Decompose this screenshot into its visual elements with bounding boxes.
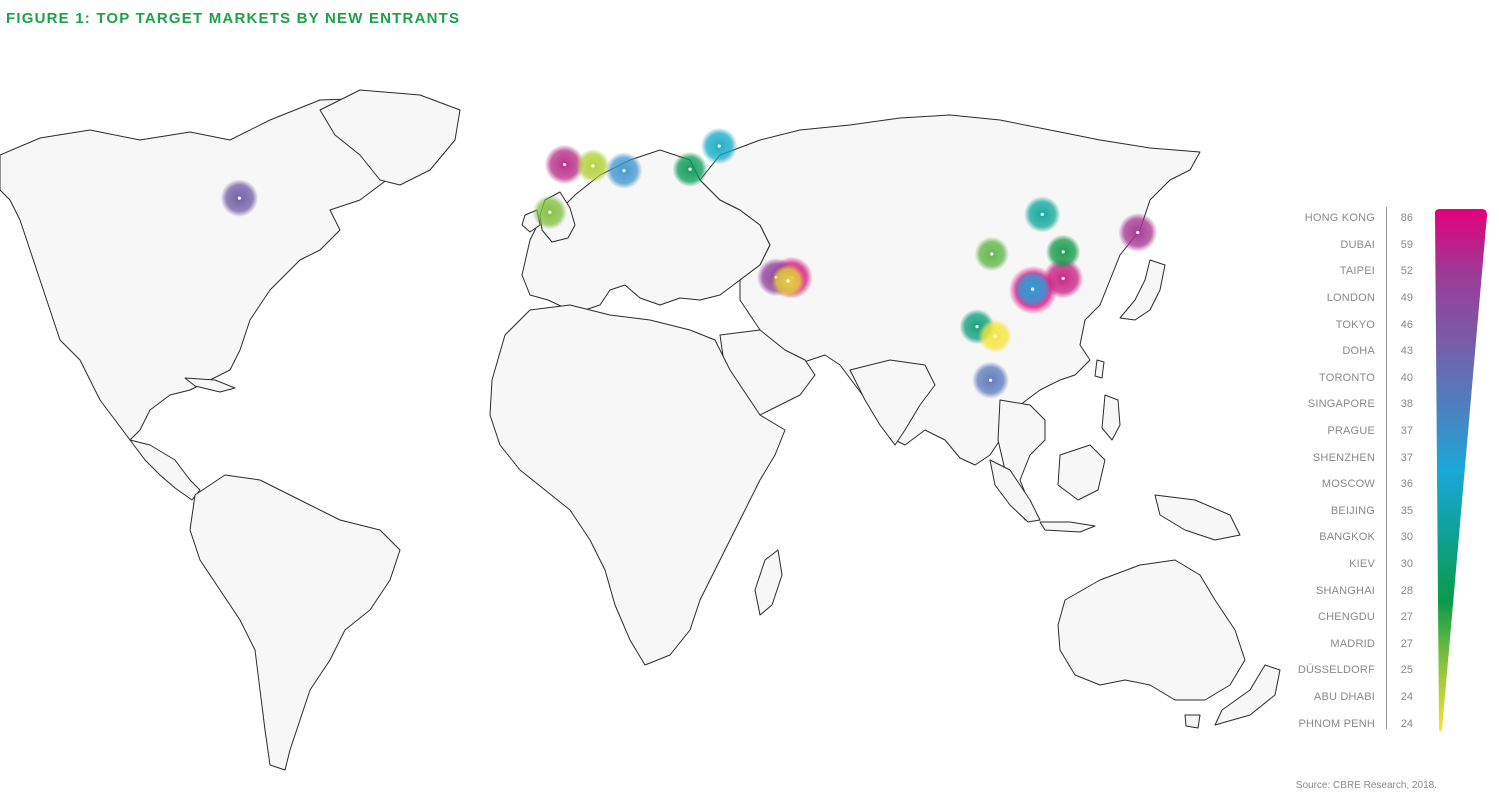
marker-dot-toronto: [237, 196, 242, 200]
legend-row: TOKYO 46: [1290, 311, 1420, 338]
legend-value: 37: [1400, 425, 1413, 438]
legend-value: 36: [1400, 478, 1413, 491]
land-south-america: [189, 474, 401, 771]
legend-city: BANGKOK: [1319, 531, 1375, 544]
land-taiwan: [1094, 359, 1105, 379]
legend-city: DOHA: [1342, 345, 1375, 358]
legend-row: DOHA 43: [1290, 338, 1420, 365]
marker-dot-singapore: [988, 378, 993, 382]
legend-row: PHNOM PENH 24: [1290, 710, 1420, 737]
legend-value: 35: [1400, 504, 1413, 517]
scale-wedge-shape: [1435, 209, 1487, 732]
legend-city: ABU DHABI: [1313, 691, 1375, 704]
marker-dot-madrid: [548, 210, 552, 214]
land-madagascar: [754, 549, 783, 616]
legend-city: SHENZHEN: [1312, 451, 1375, 464]
legend-row: DUBAI 59: [1290, 232, 1420, 259]
legend-city: BEIJING: [1330, 504, 1375, 517]
marker-dot-shanghai: [1061, 250, 1065, 254]
legend-value: 27: [1400, 611, 1413, 624]
land-borneo: [1057, 444, 1106, 501]
marker-dot-tokyo: [1136, 230, 1140, 235]
legend-row: KIEV 30: [1290, 551, 1420, 578]
legend-row: MADRID 27: [1290, 631, 1420, 658]
marker-dot-bangkok: [975, 325, 979, 329]
land-australia: [1057, 559, 1246, 701]
legend-row: ABU DHABI 24: [1290, 684, 1420, 711]
legend-city: MADRID: [1330, 637, 1375, 650]
legend-city: SINGAPORE: [1307, 398, 1375, 411]
legend-row: BANGKOK 30: [1290, 524, 1420, 551]
land-philippines: [1101, 394, 1121, 441]
marker-dot-chengdu: [990, 252, 994, 256]
legend-value: 40: [1400, 371, 1413, 384]
legend-row: PRAGUE 37: [1290, 418, 1420, 445]
land-new-guinea: [1154, 494, 1241, 541]
legend-row: LONDON 49: [1290, 285, 1420, 312]
land-masses: [0, 89, 1281, 771]
legend-row: MOSCOW 36: [1290, 471, 1420, 498]
legend-city: PRAGUE: [1327, 425, 1375, 438]
legend-city: KIEV: [1349, 558, 1375, 571]
legend-row: CHENGDU 27: [1290, 604, 1420, 631]
land-japan: [1119, 259, 1166, 321]
legend-row: DÜSSELDORF 25: [1290, 657, 1420, 684]
legend-value: 24: [1400, 717, 1413, 730]
marker-dot-london: [562, 162, 567, 167]
legend-city: TORONTO: [1319, 371, 1375, 384]
legend-value: 25: [1400, 664, 1413, 677]
legend-city: DÜSSELDORF: [1297, 664, 1375, 677]
world-map: [0, 89, 1281, 771]
land-java: [1039, 521, 1096, 533]
legend-city: SHANGHAI: [1315, 584, 1375, 597]
legend-city: HONG KONG: [1304, 212, 1375, 225]
legend: HONG KONG 86 DUBAI 59 TAIPEI 52 LONDON 49 TOKYO 4…: [1290, 205, 1495, 740]
legend-row: SHENZHEN 37: [1290, 444, 1420, 471]
marker-dot-phnom-penh: [993, 334, 997, 338]
legend-city: TOKYO: [1335, 318, 1375, 331]
marker-dot-shenzhen: [1031, 287, 1035, 291]
legend-value: 38: [1400, 398, 1413, 411]
legend-value: 43: [1400, 345, 1413, 358]
marker-dot-prague: [622, 168, 626, 173]
marker-dot-abu-dhabi: [786, 279, 790, 283]
legend-city: LONDON: [1326, 292, 1375, 305]
legend-value: 52: [1400, 265, 1413, 278]
legend-value: 49: [1400, 292, 1413, 305]
land-tasmania: [1184, 714, 1201, 729]
marker-dot-taipei: [1061, 276, 1065, 281]
legend-row: SHANGHAI 28: [1290, 577, 1420, 604]
marker-dot-kiev: [688, 167, 692, 171]
legend-city: PHNOM PENH: [1298, 717, 1375, 730]
legend-city: TAIPEI: [1339, 265, 1375, 278]
legend-row: BEIJING 35: [1290, 498, 1420, 525]
legend-city: CHENGDU: [1317, 611, 1375, 624]
marker-dot-beijing: [1040, 212, 1044, 217]
legend-value: 27: [1400, 637, 1413, 650]
legend-value: 37: [1400, 451, 1413, 464]
legend-row: SINGAPORE 38: [1290, 391, 1420, 418]
legend-city: MOSCOW: [1321, 478, 1375, 491]
legend-row: TAIPEI 52: [1290, 258, 1420, 285]
legend-value: 30: [1400, 531, 1413, 544]
legend-row: HONG KONG 86: [1290, 205, 1420, 232]
legend-city: DUBAI: [1340, 238, 1375, 251]
legend-value: 30: [1400, 558, 1413, 571]
legend-value: 28: [1400, 584, 1413, 597]
legend-value: 46: [1400, 318, 1413, 331]
marker-dot-d-sseldorf: [591, 164, 595, 168]
figure-title: FIGURE 1: TOP TARGET MARKETS BY NEW ENTR…: [6, 10, 461, 27]
source-note: Source: CBRE Research, 2018.: [1295, 780, 1437, 791]
scale-wedge: [1435, 209, 1487, 732]
legend-value: 86: [1400, 212, 1413, 225]
legend-value: 24: [1400, 691, 1413, 704]
marker-dot-moscow: [717, 144, 721, 148]
legend-value: 59: [1400, 238, 1413, 251]
land-central-america: [129, 439, 201, 501]
legend-row: TORONTO 40: [1290, 365, 1420, 392]
